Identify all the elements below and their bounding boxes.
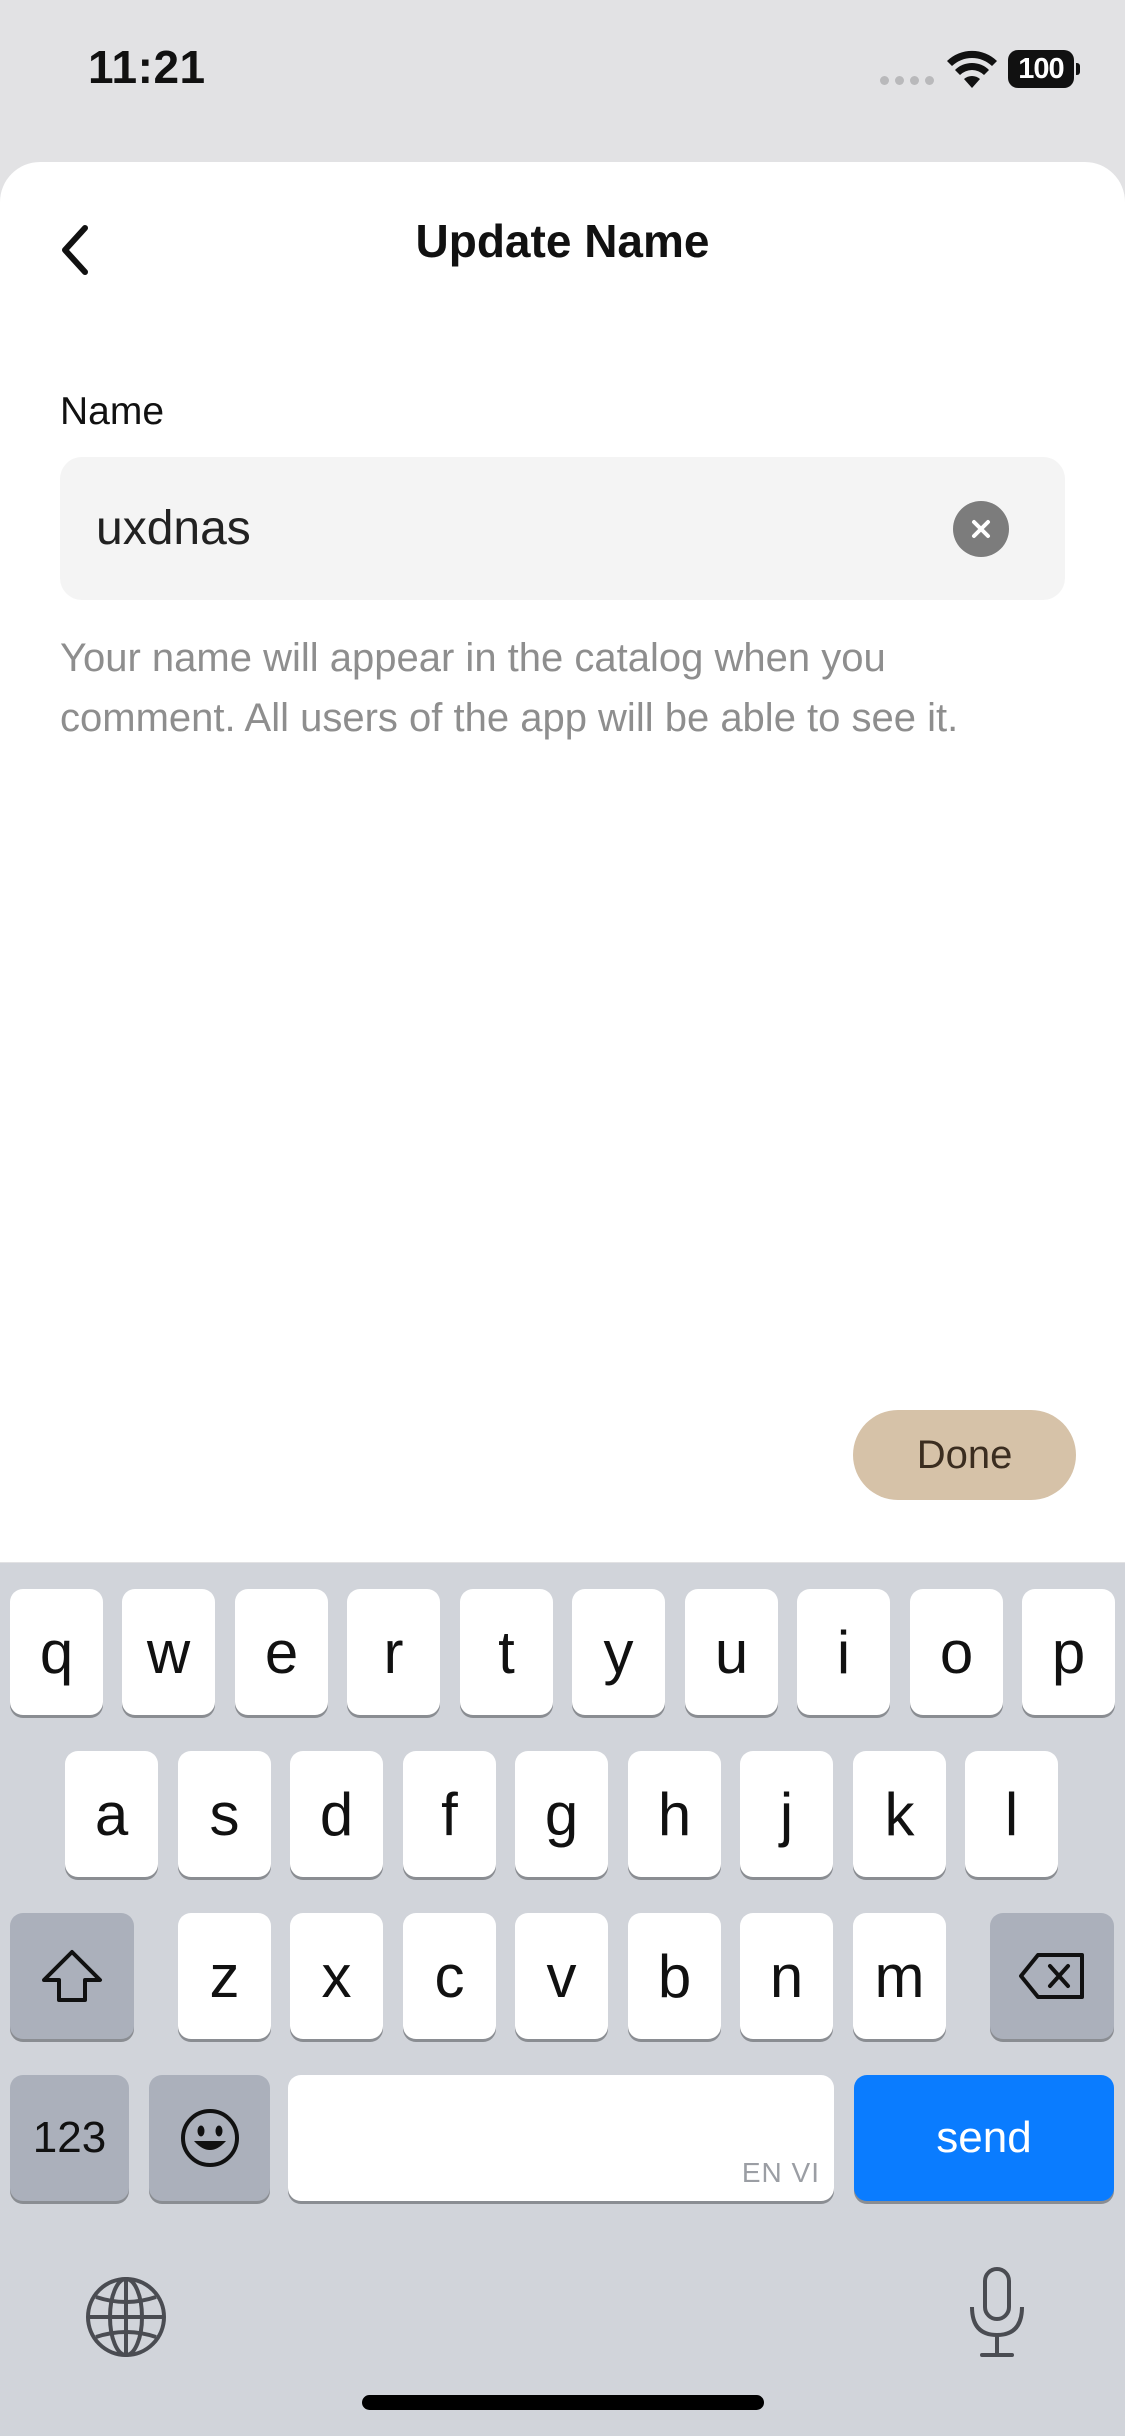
key-g[interactable]: g (515, 1751, 608, 1877)
home-indicator (362, 2395, 764, 2410)
key-d[interactable]: d (290, 1751, 383, 1877)
key-b[interactable]: b (628, 1913, 721, 2039)
key-y[interactable]: y (572, 1589, 665, 1715)
key-u[interactable]: u (685, 1589, 778, 1715)
key-t[interactable]: t (460, 1589, 553, 1715)
key-j[interactable]: j (740, 1751, 833, 1877)
shift-key[interactable] (10, 1913, 134, 2039)
key-f[interactable]: f (403, 1751, 496, 1877)
key-x[interactable]: x (290, 1913, 383, 2039)
key-s[interactable]: s (178, 1751, 271, 1877)
space-key[interactable]: EN VI (288, 2075, 834, 2201)
key-p[interactable]: p (1022, 1589, 1115, 1715)
key-w[interactable]: w (122, 1589, 215, 1715)
key-q[interactable]: q (10, 1589, 103, 1715)
name-field[interactable] (60, 457, 1065, 600)
clear-input-button[interactable] (953, 501, 1009, 557)
helper-text: Your name will appear in the catalog whe… (60, 636, 959, 740)
key-r[interactable]: r (347, 1589, 440, 1715)
done-button[interactable]: Done (853, 1410, 1076, 1500)
microphone-button[interactable] (962, 2263, 1032, 2363)
key-n[interactable]: n (740, 1913, 833, 2039)
cellular-signal-icon (880, 76, 934, 85)
battery-icon: 100 (1008, 50, 1080, 88)
numbers-key[interactable]: 123 (10, 2075, 129, 2201)
clear-circle-icon (972, 520, 990, 538)
battery-level: 100 (1018, 52, 1064, 85)
key-k[interactable]: k (853, 1751, 946, 1877)
key-o[interactable]: o (910, 1589, 1003, 1715)
key-e[interactable]: e (235, 1589, 328, 1715)
backspace-icon (1019, 1953, 1084, 1999)
key-c[interactable]: c (403, 1913, 496, 2039)
name-input[interactable] (96, 457, 956, 600)
key-z[interactable]: z (178, 1913, 271, 2039)
name-field-label: Name (60, 390, 165, 433)
key-i[interactable]: i (797, 1589, 890, 1715)
key-l[interactable]: l (965, 1751, 1058, 1877)
globe-icon (86, 2277, 166, 2357)
globe-button[interactable] (82, 2273, 170, 2361)
microphone-icon (970, 2267, 1024, 2357)
keyboard: q w e r t y u i o p a s d f g h j k l z … (0, 1563, 1125, 2436)
status-time: 11:21 (88, 41, 206, 93)
emoji-key[interactable] (149, 2075, 270, 2201)
emoji-icon (180, 2109, 239, 2167)
wifi-icon (947, 50, 997, 88)
key-v[interactable]: v (515, 1913, 608, 2039)
key-m[interactable]: m (853, 1913, 946, 2039)
key-h[interactable]: h (628, 1751, 721, 1877)
send-key[interactable]: send (854, 2075, 1114, 2201)
status-bar: 11:21 100 (0, 0, 1125, 150)
update-name-sheet: Update Name Name Your name will appear i… (0, 162, 1125, 1562)
backspace-key[interactable] (990, 1913, 1114, 2039)
shift-icon (42, 1950, 102, 2002)
page-title: Update Name (415, 215, 710, 267)
language-indicator: EN VI (741, 2157, 820, 2188)
key-a[interactable]: a (65, 1751, 158, 1877)
